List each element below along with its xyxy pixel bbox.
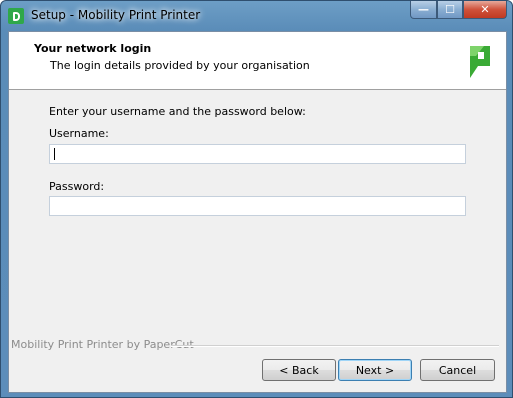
page-title: Your network login: [34, 42, 152, 55]
footer-brand: Mobility Print Printer by PaperCut: [11, 338, 194, 351]
window-title: Setup - Mobility Print Printer: [31, 8, 201, 22]
cancel-button[interactable]: Cancel: [420, 359, 495, 381]
password-input[interactable]: [49, 196, 466, 216]
maximize-button[interactable]: ☐: [437, 1, 463, 19]
wizard-body: Your network login The login details pro…: [8, 31, 507, 393]
setup-window: Setup - Mobility Print Printer — ☐ ✕ You…: [0, 0, 513, 398]
title-bar[interactable]: Setup - Mobility Print Printer — ☐ ✕: [1, 1, 512, 31]
username-label: Username:: [49, 127, 109, 140]
close-button[interactable]: ✕: [463, 1, 507, 19]
papercut-logo-icon: [470, 46, 490, 78]
minimize-button[interactable]: —: [410, 1, 437, 19]
back-button[interactable]: < Back: [262, 359, 336, 381]
app-icon: [8, 8, 24, 24]
password-label: Password:: [49, 180, 105, 193]
text-caret: [54, 148, 55, 160]
page-subtitle: The login details provided by your organ…: [50, 59, 310, 72]
caption-buttons: — ☐ ✕: [410, 1, 507, 21]
next-button[interactable]: Next >: [338, 359, 412, 381]
instructions-text: Enter your username and the password bel…: [49, 105, 306, 118]
footer-divider: [171, 345, 499, 347]
wizard-header: Your network login The login details pro…: [9, 32, 506, 90]
username-input[interactable]: [49, 144, 466, 164]
